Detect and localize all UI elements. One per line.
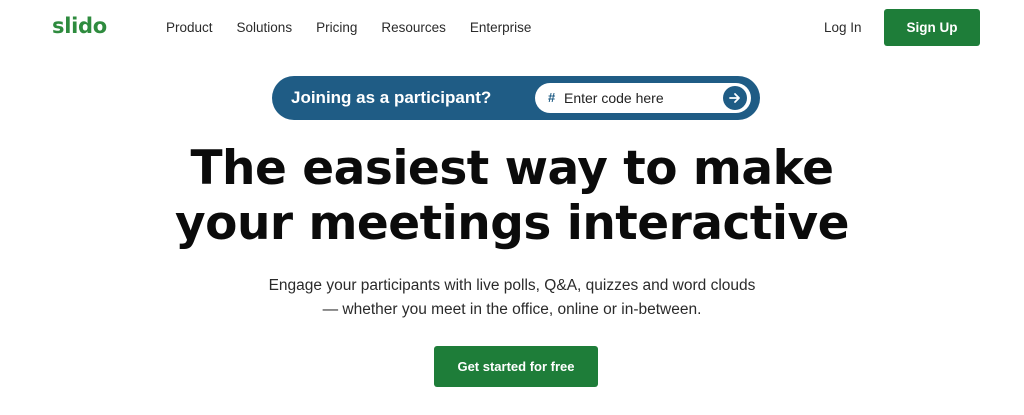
hero-subtext: Engage your participants with live polls… <box>0 274 1024 322</box>
get-started-button[interactable]: Get started for free <box>434 346 598 387</box>
event-code-input[interactable] <box>564 88 714 108</box>
hash-icon: # <box>548 90 556 105</box>
join-label: Joining as a participant? <box>291 88 492 107</box>
site-header: slido Product Solutions Pricing Resource… <box>0 0 1024 56</box>
slido-logo[interactable]: slido <box>52 14 107 38</box>
headline-line-1: The easiest way to make <box>190 141 835 196</box>
nav-item-product[interactable]: Product <box>166 20 213 36</box>
hero-headline: The easiest way to make your meetings in… <box>0 141 1024 251</box>
signup-button[interactable]: Sign Up <box>884 9 980 46</box>
nav-item-enterprise[interactable]: Enterprise <box>470 20 532 36</box>
subtext-line-1: Engage your participants with live polls… <box>268 277 756 294</box>
participant-join-bar: Joining as a participant? # <box>272 76 760 120</box>
subtext-line-2: — whether you meet in the office, online… <box>322 301 702 318</box>
nav-item-pricing[interactable]: Pricing <box>316 20 357 36</box>
event-code-field[interactable]: # <box>535 83 751 113</box>
page: slido Product Solutions Pricing Resource… <box>0 0 1024 415</box>
join-submit-button[interactable] <box>723 86 747 110</box>
login-link[interactable]: Log In <box>824 20 862 36</box>
nav-item-resources[interactable]: Resources <box>381 20 446 36</box>
main-nav: Product Solutions Pricing Resources Ente… <box>166 20 555 36</box>
arrow-right-icon <box>729 93 740 103</box>
headline-line-2: your meetings interactive <box>175 196 849 251</box>
nav-item-solutions[interactable]: Solutions <box>237 20 293 36</box>
